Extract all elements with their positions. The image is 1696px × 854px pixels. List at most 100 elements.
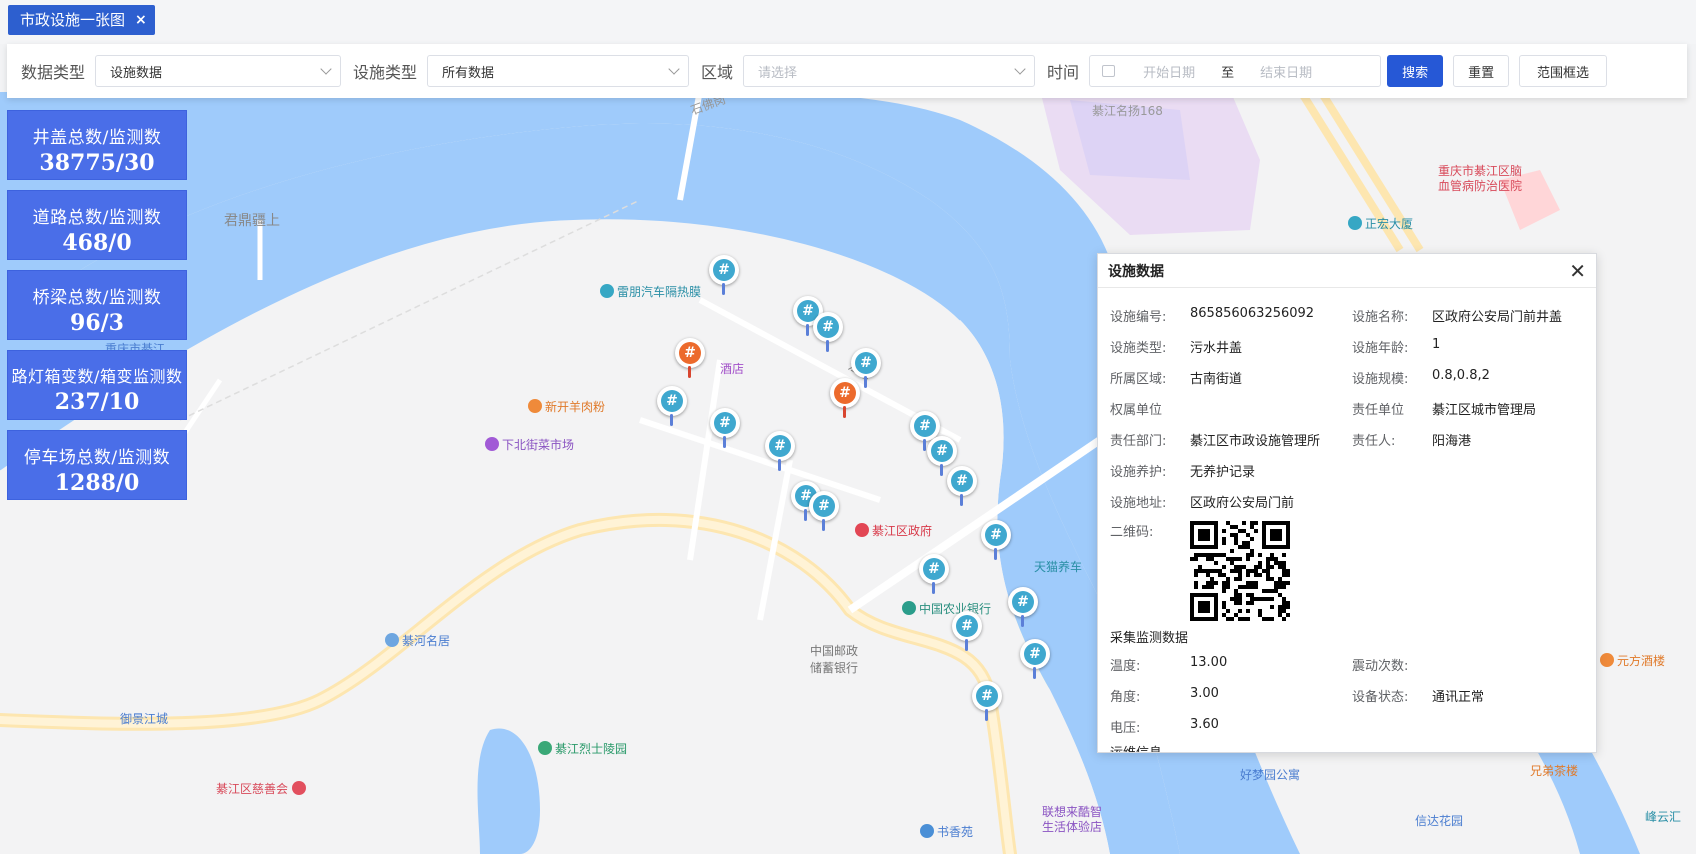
field-value: 綦江区城市管理局 [1432,403,1537,418]
stat-value: 96/3 [70,310,124,336]
manhole-marker-icon[interactable]: # [969,681,1005,725]
end-date-input[interactable]: 结束日期 [1260,62,1312,81]
field-value: 綦江区市政设施管理所 [1190,434,1321,449]
field-value: 阳海港 [1432,434,1472,449]
field-value: 无养护记录 [1190,465,1256,480]
chevron-down-icon [320,63,332,75]
field-value: 0.8,0.8,2 [1432,368,1490,383]
field-label: 设施地址: [1110,496,1167,511]
poi-text: 血管病防治医院 [1438,179,1523,193]
manhole-marker-icon[interactable]: # [707,408,743,452]
popup-header: 设施数据 ✕ [1098,254,1596,288]
manhole-marker-icon[interactable]: # [949,611,985,655]
chevron-down-icon [668,63,680,75]
stat-card-parking[interactable]: 停车场总数/监测数 1288/0 [7,430,187,500]
field-label: 责任人: [1352,434,1396,449]
area-select[interactable]: 请选择 [743,55,1036,87]
house-icon [920,824,934,838]
map-label: 正宏大厦 [1348,215,1413,232]
manhole-marker-icon[interactable]: # [978,520,1014,564]
tab-label: 市政设施一张图 [20,11,126,29]
filter-bar: 数据类型 设施数据 设施类型 所有数据 区域 请选择 时间 开始日期 至 结束日… [7,44,1687,98]
popup-title: 设施数据 [1108,263,1164,280]
manhole-marker-icon[interactable]: # [654,386,690,430]
bank-icon [902,601,916,615]
date-range-picker[interactable]: 开始日期 至 结束日期 [1089,55,1382,87]
facility-type-select[interactable]: 所有数据 [427,55,690,87]
gov-icon [855,523,869,537]
map-label: 信达花园 [1415,814,1464,828]
area-label: 区域 [701,63,734,82]
stat-card-road[interactable]: 道路总数/监测数 468/0 [7,190,187,260]
star-icon [292,781,307,795]
field-label: 所属区域: [1110,372,1167,387]
manhole-marker-icon[interactable]: # [1017,639,1053,683]
map-label: 天猫养车 [1034,560,1083,574]
manhole-marker-icon[interactable]: # [810,312,846,356]
park-icon [538,741,552,755]
area-placeholder: 请选择 [758,65,798,81]
manhole-marker-icon[interactable]: # [1005,587,1041,631]
pin-icon [600,284,614,298]
manhole-marker-icon[interactable]: # [762,431,798,475]
poi-text: 綦江烈士陵园 [555,742,628,756]
map-label: 新开羊肉粉 [528,398,605,415]
poi-text: 书香苑 [937,825,974,839]
manhole-marker-icon[interactable]: # [806,491,842,535]
field-label: 设施编号: [1110,310,1167,325]
manhole-alert-marker-icon[interactable]: # [827,378,863,422]
field-label: 电压: [1110,721,1141,736]
maintenance-section-title: 运维信息 [1110,742,1596,752]
manhole-marker-icon[interactable]: # [916,554,952,598]
poi-text: 中国邮政 [810,644,859,658]
field-label: 责任部门: [1110,434,1167,449]
poi-text: 綦江区慈善会 [216,782,289,796]
stat-value: 38775/30 [39,150,155,176]
map-label: 酒店 [720,362,745,376]
poi-text: 正宏大厦 [1365,217,1414,231]
field-value: 13.00 [1190,655,1228,670]
field-label: 温度: [1110,659,1141,674]
stat-card-manhole[interactable]: 井盖总数/监测数 38775/30 [7,110,187,180]
poi-text: 储蓄银行 [810,661,859,675]
map-label: 书香苑 [920,823,973,840]
food-icon [1600,653,1614,667]
field-value: 3.60 [1190,717,1219,732]
stat-card-streetlight[interactable]: 路灯箱变数/箱变监测数 237/10 [7,350,187,420]
stat-value: 468/0 [62,230,132,256]
map-label: 下北街菜市场 [485,436,574,453]
close-icon[interactable]: × [135,5,147,35]
chevron-down-icon [1014,63,1026,75]
map-label: 重庆市綦江区脑 血管病防治医院 [1438,164,1522,194]
field-value: 1 [1432,337,1441,352]
map-label: 御景江城 [120,712,169,726]
reset-button[interactable]: 重置 [1453,55,1510,87]
range-select-button[interactable]: 范围框选 [1519,55,1608,87]
stat-title: 桥梁总数/监测数 [32,288,162,308]
manhole-marker-icon[interactable]: # [944,466,980,510]
map-label: 綦江区慈善会 [216,780,309,797]
map-label: 綦江名扬168 [1092,104,1163,118]
qr-code-image [1190,521,1290,621]
field-value: 通讯正常 [1432,690,1485,705]
poi-text: 重庆市綦江区脑 [1438,164,1523,178]
search-button[interactable]: 搜索 [1387,55,1444,87]
start-date-input[interactable]: 开始日期 [1143,62,1195,81]
house-icon [385,633,399,647]
data-type-select[interactable]: 设施数据 [95,55,342,87]
facility-type-label: 设施类型 [353,63,418,82]
field-value: 区政府公安局门前井盖 [1432,310,1563,325]
field-label: 设备状态: [1352,690,1409,705]
manhole-marker-icon[interactable]: # [706,255,742,299]
map-label: 联想来酷智 生活体验店 [1042,805,1102,835]
manhole-alert-marker-icon[interactable]: # [672,338,708,382]
stat-card-bridge[interactable]: 桥梁总数/监测数 96/3 [7,270,187,340]
close-icon[interactable]: ✕ [1569,259,1586,283]
field-value: 污水井盖 [1190,341,1243,356]
calendar-icon [1102,65,1116,77]
facility-type-value: 所有数据 [442,65,495,81]
map-label: 綦河名居 [385,632,450,649]
tab-municipal-map[interactable]: 市政设施一张图 × [8,5,155,35]
stat-title: 路灯箱变数/箱变监测数 [11,367,183,386]
map-label: 峰云汇 [1645,810,1682,824]
